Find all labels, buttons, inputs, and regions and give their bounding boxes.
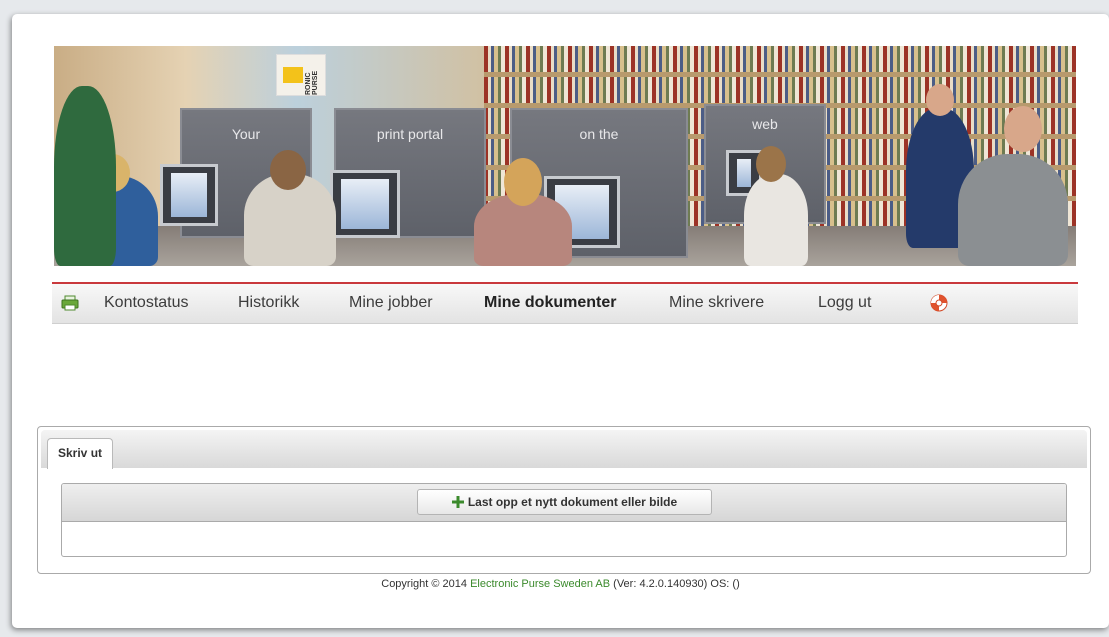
footer-version: (Ver: 4.2.0.140930) OS: () bbox=[610, 578, 740, 590]
printer-icon bbox=[61, 295, 79, 311]
banner-person bbox=[958, 154, 1068, 266]
header-banner-image: RONIC PURSE Your print portal on the web bbox=[54, 46, 1076, 266]
main-nav: Kontostatus Historikk Mine jobber Mine d… bbox=[52, 282, 1078, 324]
banner-panel-text: on the bbox=[579, 126, 619, 142]
banner-person bbox=[54, 86, 116, 266]
banner-monitor bbox=[330, 170, 400, 238]
banner-person-head bbox=[756, 146, 786, 182]
banner-panel-text: print portal bbox=[376, 126, 444, 142]
logo-mark bbox=[283, 67, 303, 83]
tabs-header: Skriv ut bbox=[41, 430, 1087, 469]
logo-text: RONIC PURSE bbox=[305, 70, 319, 95]
tab-skriv-ut[interactable]: Skriv ut bbox=[47, 438, 114, 469]
banner-monitor bbox=[160, 164, 218, 226]
banner-person-head bbox=[926, 84, 954, 116]
plus-icon bbox=[451, 496, 464, 508]
nav-item-logg-ut[interactable]: Logg ut bbox=[818, 294, 871, 312]
nav-item-mine-jobber[interactable]: Mine jobber bbox=[349, 294, 433, 312]
footer: Copyright © 2014 Electronic Purse Sweden… bbox=[12, 578, 1109, 590]
banner-panel-text: Your bbox=[231, 126, 261, 142]
main-card: RONIC PURSE Your print portal on the web bbox=[12, 14, 1109, 628]
nav-item-mine-dokumenter[interactable]: Mine dokumenter bbox=[484, 294, 616, 312]
banner-person-head bbox=[504, 158, 542, 206]
upload-button-label: Last opp et nytt dokument eller bilde bbox=[467, 495, 678, 509]
help-lifebuoy-icon[interactable] bbox=[929, 293, 949, 313]
banner-person-head bbox=[270, 150, 306, 190]
banner-person bbox=[744, 174, 808, 266]
upload-panel-header: Last opp et nytt dokument eller bilde bbox=[62, 484, 1066, 522]
upload-panel: Last opp et nytt dokument eller bilde bbox=[61, 483, 1067, 557]
banner-logo: RONIC PURSE bbox=[276, 54, 326, 96]
nav-item-mine-skrivere[interactable]: Mine skrivere bbox=[669, 294, 764, 312]
banner-person-head bbox=[1004, 106, 1042, 152]
upload-document-button[interactable]: Last opp et nytt dokument eller bilde bbox=[417, 489, 712, 515]
print-tabs-panel: Skriv ut Last opp et nytt dokument eller… bbox=[37, 426, 1091, 574]
banner-panel-text: web bbox=[752, 116, 778, 132]
nav-item-kontostatus[interactable]: Kontostatus bbox=[104, 294, 189, 312]
footer-company-link[interactable]: Electronic Purse Sweden AB bbox=[470, 578, 610, 590]
footer-copyright: Copyright © 2014 bbox=[381, 578, 471, 590]
nav-item-historikk[interactable]: Historikk bbox=[238, 294, 299, 312]
